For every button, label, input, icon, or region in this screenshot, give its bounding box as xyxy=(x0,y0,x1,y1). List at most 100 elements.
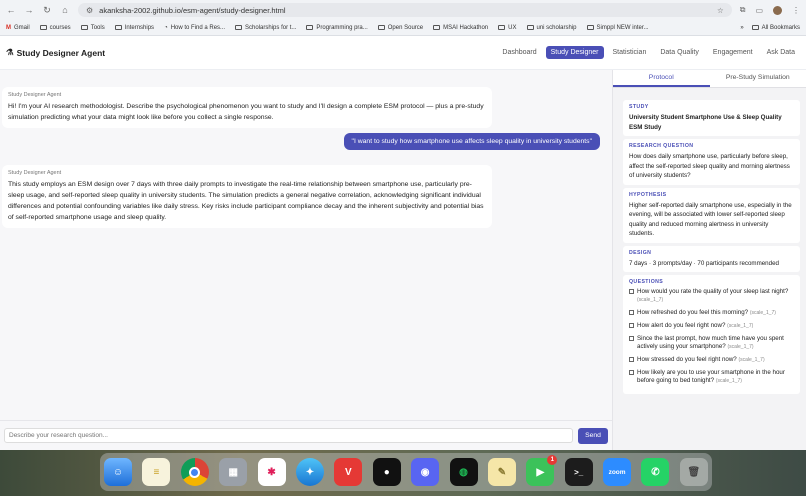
site-settings-icon[interactable]: ⚙ xyxy=(86,6,93,15)
stickies-icon[interactable]: ✎ xyxy=(487,458,516,486)
nav-ask-data[interactable]: Ask Data xyxy=(762,46,800,59)
link-icon: ◔ xyxy=(164,24,168,31)
question-item[interactable]: How likely are you to use your smartphon… xyxy=(629,369,794,385)
slack-icon[interactable]: ✱ xyxy=(257,458,286,486)
folder-icon xyxy=(586,25,594,30)
folder-icon xyxy=(306,25,314,30)
folder-icon xyxy=(526,25,534,30)
checkbox-icon xyxy=(629,370,634,375)
chat-area: Study Designer Agent Hi! I'm your AI res… xyxy=(0,70,612,450)
folder-icon xyxy=(377,25,385,30)
app-header: ⚗ Study Designer Agent Dashboard Study D… xyxy=(0,36,806,70)
address-bar[interactable]: ⚙ akanksha-2002.github.io/esm-agent/stud… xyxy=(78,3,732,17)
question-item[interactable]: How stressed do you feel right now? (sca… xyxy=(629,356,794,364)
design-card: DESIGN 7 days · 3 prompts/day · 70 parti… xyxy=(623,245,800,272)
home-icon[interactable]: ⌂ xyxy=(60,5,70,15)
notes-icon[interactable]: ≡ xyxy=(142,458,171,486)
bookmark-simppl[interactable]: Simppl NEW inter... xyxy=(586,25,649,31)
agent-message-response: Study Designer Agent This study employs … xyxy=(2,165,492,228)
research-question-input[interactable] xyxy=(4,428,573,443)
nav-dashboard[interactable]: Dashboard xyxy=(497,46,541,59)
bookmark-open-source[interactable]: Open Source xyxy=(377,25,423,31)
bookmark-uni-scholarship[interactable]: uni scholarship xyxy=(526,25,577,31)
folder-icon xyxy=(39,25,47,30)
message-sender: Study Designer Agent xyxy=(8,170,62,176)
url-text: akanksha-2002.github.io/esm-agent/study-… xyxy=(99,5,286,15)
finder-icon[interactable]: ☺ xyxy=(104,458,132,486)
bookmark-internships[interactable]: Internships xyxy=(114,25,154,31)
back-icon[interactable]: ← xyxy=(6,5,16,15)
folder-icon xyxy=(498,25,506,30)
bookmark-msai[interactable]: MSAI Hackathon xyxy=(433,25,488,31)
bookmark-courses[interactable]: courses xyxy=(39,25,71,31)
folder-icon xyxy=(235,25,243,30)
bookmark-ux[interactable]: UX xyxy=(498,25,517,31)
browser-toolbar: ← → ↻ ⌂ ⚙ akanksha-2002.github.io/esm-ag… xyxy=(0,0,806,20)
send-button[interactable]: Send xyxy=(578,427,608,444)
study-card: STUDY University Student Smartphone Use … xyxy=(623,100,800,136)
github-icon[interactable]: ● xyxy=(372,458,401,486)
facetime-icon[interactable]: ▶ 1 xyxy=(526,455,558,486)
panel-tabs: Protocol Pre-Study Simulation xyxy=(613,70,806,88)
extensions-icon[interactable]: ⧉ xyxy=(740,5,746,15)
nav-study-designer[interactable]: Study Designer xyxy=(545,46,604,59)
discord-icon[interactable]: ◉ xyxy=(411,458,440,486)
checkbox-icon xyxy=(629,323,634,328)
nav-engagement[interactable]: Engagement xyxy=(708,46,758,59)
folder-icon xyxy=(433,25,441,30)
menu-icon[interactable]: ⋮ xyxy=(792,6,800,15)
reload-icon[interactable]: ↻ xyxy=(42,5,52,16)
study-title: University Student Smartphone Use & Slee… xyxy=(629,114,782,131)
bookmark-research[interactable]: ◔ How to Find a Res... xyxy=(164,25,225,31)
folder-icon xyxy=(114,25,122,30)
more-bookmarks-icon[interactable]: » xyxy=(740,25,743,31)
bookmark-tools[interactable]: Tools xyxy=(80,25,105,31)
bookmarks-bar: M Gmail courses Tools Internships ◔ How to… xyxy=(0,20,806,36)
profile-avatar[interactable] xyxy=(773,5,782,15)
nav-statistician[interactable]: Statistician xyxy=(608,46,652,59)
nav-data-quality[interactable]: Data Quality xyxy=(655,46,704,59)
folder-icon xyxy=(751,25,759,30)
checkbox-icon xyxy=(629,357,634,362)
all-bookmarks[interactable]: All Bookmarks xyxy=(751,25,800,31)
spotify-icon[interactable]: ◍ xyxy=(449,458,478,486)
main-nav: Dashboard Study Designer Statistician Da… xyxy=(497,46,800,59)
questions-card: QUESTIONS How would you rate the quality… xyxy=(623,275,800,394)
tab-pre-study-simulation[interactable]: Pre-Study Simulation xyxy=(710,70,806,87)
research-question-card: RESEARCH QUESTION How does daily smartph… xyxy=(623,139,800,185)
hypothesis-card: HYPOTHESIS Higher self-reported daily sm… xyxy=(623,187,800,243)
folder-icon xyxy=(80,25,88,30)
star-icon[interactable]: ☆ xyxy=(717,6,724,15)
bookmark-programming[interactable]: Programming pra... xyxy=(306,25,368,31)
macos-dock: ☺ ≡ ▦ ✱ ✦ V ● ◉ ◍ ✎ ▶ 1 >_ zoom ✆ 🗑 xyxy=(100,453,712,491)
question-item[interactable]: How refreshed do you feel this morning? … xyxy=(629,309,794,317)
tab-search-icon[interactable]: ▭ xyxy=(755,6,763,15)
bookmark-gmail[interactable]: M Gmail xyxy=(6,25,30,31)
forward-icon[interactable]: → xyxy=(24,5,34,15)
zoom-icon[interactable]: zoom xyxy=(603,458,632,486)
protocol-panel: Protocol Pre-Study Simulation STUDY Univ… xyxy=(612,70,806,450)
safari-icon[interactable]: ✦ xyxy=(295,458,324,486)
agent-message-intro: Study Designer Agent Hi! I'm your AI res… xyxy=(2,87,492,128)
notification-badge: 1 xyxy=(547,455,558,465)
question-item[interactable]: How alert do you feel right now? (scale_… xyxy=(629,322,794,330)
message-text: This study employs an ESM design over 7 … xyxy=(8,181,484,221)
launchpad-icon[interactable]: ▦ xyxy=(219,458,248,486)
terminal-icon[interactable]: >_ xyxy=(564,458,593,486)
question-item[interactable]: How would you rate the quality of your s… xyxy=(629,288,794,304)
chat-composer: Send xyxy=(0,420,612,450)
tab-protocol[interactable]: Protocol xyxy=(613,70,710,87)
app-title: ⚗ Study Designer Agent xyxy=(6,47,106,58)
whatsapp-icon[interactable]: ✆ xyxy=(641,458,670,486)
vivaldi-icon[interactable]: V xyxy=(334,458,363,486)
question-item[interactable]: Since the last prompt, how much time hav… xyxy=(629,335,794,351)
gmail-icon: M xyxy=(6,24,11,31)
trash-icon[interactable]: 🗑 xyxy=(679,458,708,486)
user-message: "I want to study how smartphone use affe… xyxy=(343,133,600,150)
bookmark-scholarships[interactable]: Scholarships for t... xyxy=(235,25,296,31)
message-sender: Study Designer Agent xyxy=(8,92,62,98)
checkbox-icon xyxy=(629,336,634,341)
checkbox-icon xyxy=(629,289,634,294)
message-text: Hi! I'm your AI research methodologist. … xyxy=(8,103,484,121)
chrome-icon[interactable] xyxy=(180,458,209,486)
